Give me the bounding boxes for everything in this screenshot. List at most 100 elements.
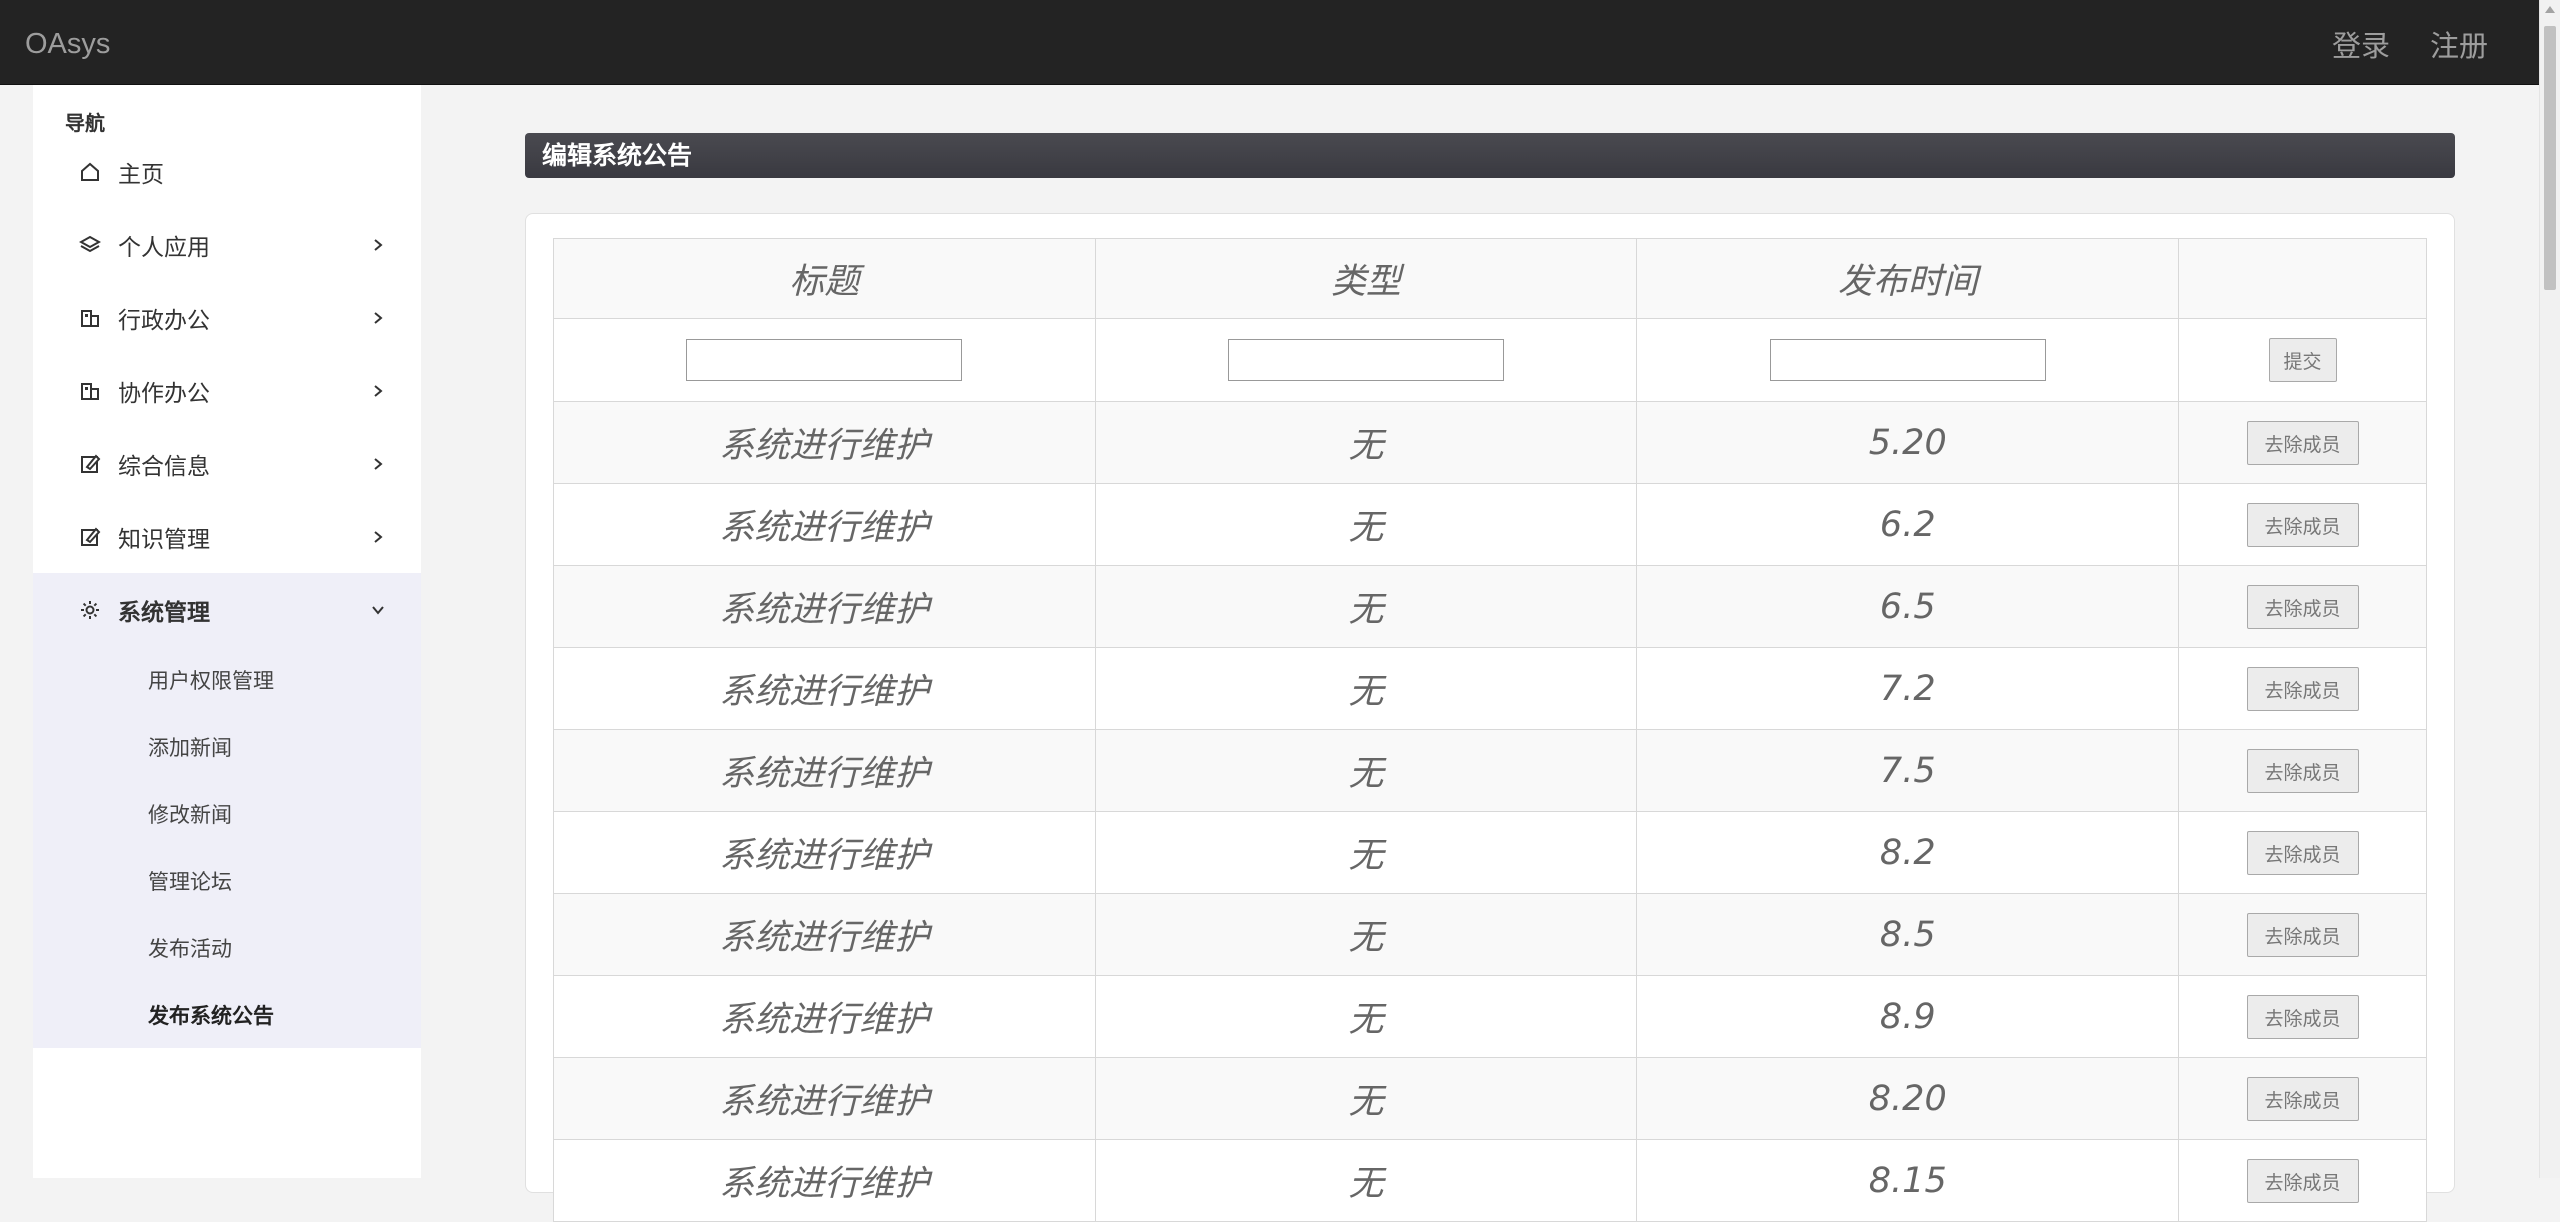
table-row: 系统进行维护无 6.2 去除成员 [553, 483, 2427, 566]
row-title: 系统进行维护 [553, 893, 1096, 976]
sidebar-item-label: 个人应用 [118, 234, 210, 261]
table-row: 系统进行维护无 8.9 去除成员 [553, 975, 2427, 1058]
submit-button[interactable]: 提交 [2268, 338, 2337, 382]
row-time: 8.5 [1636, 893, 2180, 976]
table-row: 系统进行维护无 5.20 去除成员 [553, 401, 2427, 484]
table-row: 系统进行维护无 8.20 去除成员 [553, 1057, 2427, 1140]
login-link[interactable]: 登录 [2332, 23, 2390, 65]
gear-icon [78, 598, 102, 622]
building-icon [78, 379, 102, 403]
type-input[interactable] [1228, 339, 1505, 381]
row-time: 5.20 [1636, 401, 2180, 484]
row-type: 无 [1094, 1057, 1638, 1140]
table-row: 系统进行维护无 7.5 去除成员 [553, 729, 2427, 812]
column-header-action [2178, 238, 2427, 319]
sidebar-subitem-manage-forum[interactable]: 管理论坛 [33, 847, 421, 914]
scrollbar-thumb[interactable] [2544, 26, 2556, 290]
scroll-up-arrow-icon[interactable] [2545, 6, 2555, 13]
table-row: 系统进行维护无 7.2 去除成员 [553, 647, 2427, 730]
sidebar-item-general-info[interactable]: 综合信息 [33, 427, 421, 500]
sidebar-item-label: 知识管理 [118, 526, 210, 553]
row-title: 系统进行维护 [553, 975, 1096, 1058]
edit-icon [78, 525, 102, 549]
row-type: 无 [1094, 893, 1638, 976]
top-nav-links: 登录 注册 [2332, 0, 2488, 88]
sidebar-item-label: 协作办公 [118, 380, 210, 407]
sidebar: 导航 主页 个人应用 行政办公 协作办公 综合信息 知识管理 系统管理 用户权限… [33, 85, 421, 1178]
vertical-scrollbar[interactable] [2539, 0, 2560, 1178]
sidebar-heading: 导航 [65, 111, 105, 135]
row-title: 系统进行维护 [553, 729, 1096, 812]
chevron-right-icon [367, 526, 389, 548]
row-title: 系统进行维护 [553, 647, 1096, 730]
sidebar-item-label: 系统管理 [118, 599, 210, 626]
sidebar-item-knowledge[interactable]: 知识管理 [33, 500, 421, 573]
remove-member-button[interactable]: 去除成员 [2246, 503, 2359, 548]
remove-member-button[interactable]: 去除成员 [2246, 913, 2359, 958]
row-time: 8.15 [1636, 1139, 2180, 1222]
row-time: 7.2 [1636, 647, 2180, 730]
sidebar-subitem-edit-news[interactable]: 修改新闻 [33, 780, 421, 847]
row-time: 8.20 [1636, 1057, 2180, 1140]
brand-logo[interactable]: OAsys [25, 0, 110, 88]
sidebar-subitem-add-news[interactable]: 添加新闻 [33, 713, 421, 780]
remove-member-button[interactable]: 去除成员 [2246, 1159, 2359, 1204]
time-input[interactable] [1769, 339, 2046, 381]
table-row: 系统进行维护无 8.2 去除成员 [553, 811, 2427, 894]
remove-member-button[interactable]: 去除成员 [2246, 1077, 2359, 1122]
chevron-right-icon [367, 453, 389, 475]
chevron-right-icon [367, 234, 389, 256]
layers-icon [78, 233, 102, 257]
row-title: 系统进行维护 [553, 401, 1096, 484]
row-time: 8.9 [1636, 975, 2180, 1058]
sidebar-item-label: 综合信息 [118, 453, 210, 480]
row-title: 系统进行维护 [553, 1139, 1096, 1222]
row-title: 系统进行维护 [553, 483, 1096, 566]
sidebar-item-home[interactable]: 主页 [33, 135, 421, 208]
chevron-right-icon [367, 380, 389, 402]
sidebar-subitem-publish-announcement[interactable]: 发布系统公告 [33, 981, 421, 1048]
home-icon [78, 160, 102, 184]
row-type: 无 [1094, 811, 1638, 894]
chevron-down-icon [367, 599, 389, 621]
remove-member-button[interactable]: 去除成员 [2246, 995, 2359, 1040]
top-navbar: OAsys 登录 注册 [0, 0, 2540, 85]
sidebar-subitem-publish-activity[interactable]: 发布活动 [33, 914, 421, 981]
remove-member-button[interactable]: 去除成员 [2246, 667, 2359, 712]
table-header-row: 标题 类型 发布时间 [553, 238, 2427, 319]
column-header-title: 标题 [553, 238, 1096, 319]
remove-member-button[interactable]: 去除成员 [2246, 421, 2359, 466]
remove-member-button[interactable]: 去除成员 [2246, 749, 2359, 794]
sidebar-item-personal-apps[interactable]: 个人应用 [33, 208, 421, 281]
sidebar-item-collab-office[interactable]: 协作办公 [33, 354, 421, 427]
row-time: 7.5 [1636, 729, 2180, 812]
chevron-right-icon [367, 307, 389, 329]
title-input[interactable] [686, 339, 963, 381]
edit-icon [78, 452, 102, 476]
sidebar-item-admin-office[interactable]: 行政办公 [33, 281, 421, 354]
register-link[interactable]: 注册 [2430, 23, 2488, 65]
row-time: 6.2 [1636, 483, 2180, 566]
sidebar-item-system-management[interactable]: 系统管理 [33, 573, 421, 646]
row-type: 无 [1094, 1139, 1638, 1222]
input-row: 提交 [553, 318, 2427, 402]
page-title: 编辑系统公告 [525, 133, 2455, 178]
row-type: 无 [1094, 483, 1638, 566]
row-type: 无 [1094, 647, 1638, 730]
column-header-type: 类型 [1094, 238, 1638, 319]
row-type: 无 [1094, 565, 1638, 648]
row-title: 系统进行维护 [553, 1057, 1096, 1140]
row-type: 无 [1094, 975, 1638, 1058]
remove-member-button[interactable]: 去除成员 [2246, 831, 2359, 876]
sidebar-subitem-user-permissions[interactable]: 用户权限管理 [33, 646, 421, 713]
system-management-section: 系统管理 用户权限管理 添加新闻 修改新闻 管理论坛 发布活动 发布系统公告 [33, 573, 421, 1048]
table-row: 系统进行维护无 8.5 去除成员 [553, 893, 2427, 976]
sidebar-item-label: 行政办公 [118, 307, 210, 334]
column-header-time: 发布时间 [1636, 238, 2180, 319]
row-time: 6.5 [1636, 565, 2180, 648]
remove-member-button[interactable]: 去除成员 [2246, 585, 2359, 630]
table-row: 系统进行维护无 8.15 去除成员 [553, 1139, 2427, 1222]
announcement-panel: 标题 类型 发布时间 提交 系统进行维护无 5.20 去除成员 系统进行维护无 6.2 去… [525, 213, 2455, 1222]
row-type: 无 [1094, 729, 1638, 812]
row-title: 系统进行维护 [553, 565, 1096, 648]
